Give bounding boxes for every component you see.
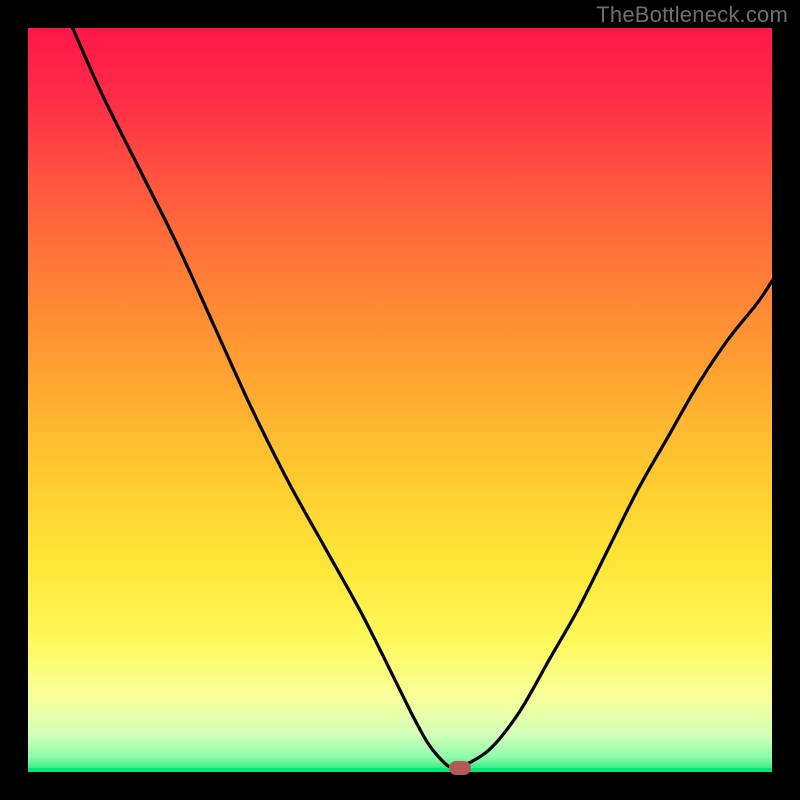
chart-container: TheBottleneck.com: [0, 0, 800, 800]
plot-area: [28, 28, 772, 772]
bottleneck-curve: [28, 28, 772, 772]
optimum-marker: [449, 761, 471, 775]
watermark-text: TheBottleneck.com: [596, 2, 788, 28]
